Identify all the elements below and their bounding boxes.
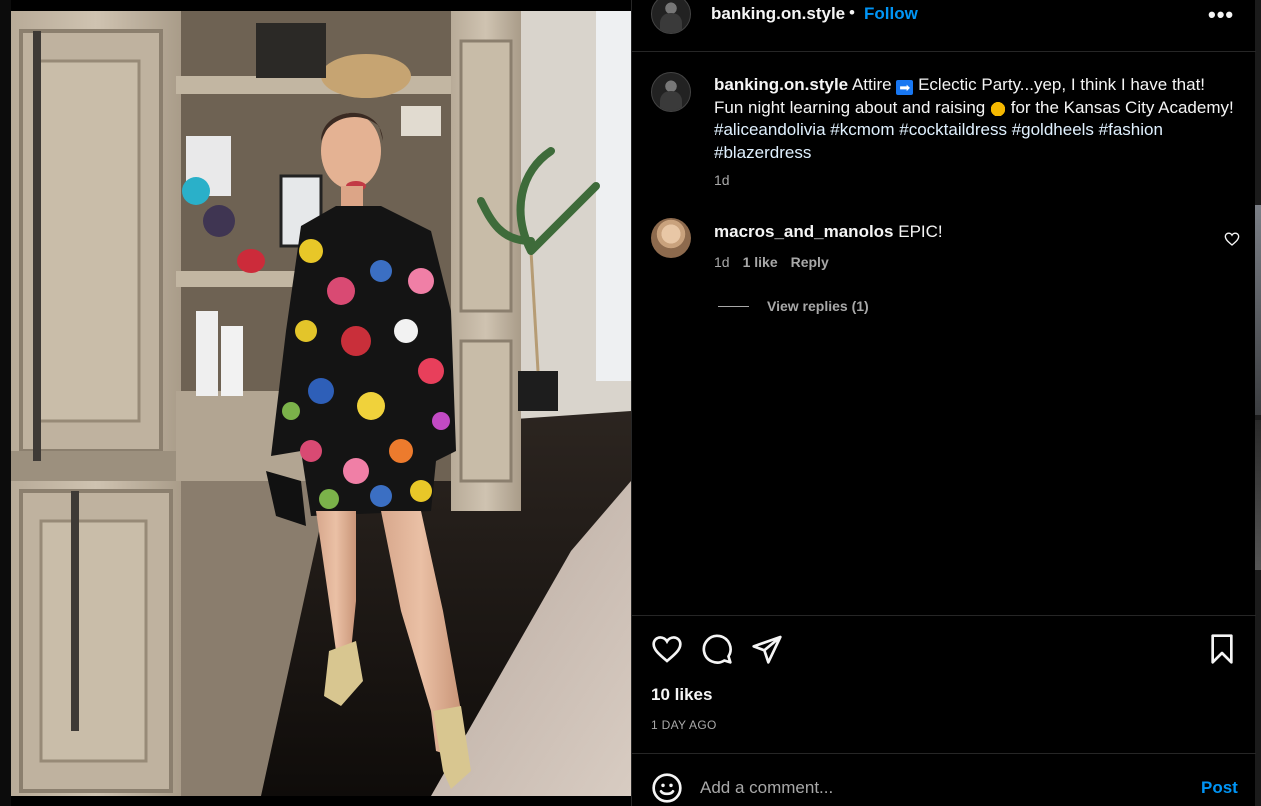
comment-body: EPIC! (898, 222, 943, 241)
post-photo[interactable] (11, 11, 631, 796)
author-avatar[interactable] (651, 0, 691, 34)
view-replies-label: View replies (1) (767, 298, 869, 314)
caption-age[interactable]: 1d (714, 172, 730, 188)
caption-username[interactable]: banking.on.style (714, 75, 848, 94)
comment-heart-icon[interactable] (1224, 231, 1240, 247)
hashtag-link[interactable]: #goldheels (1012, 120, 1094, 139)
smiley-icon[interactable] (651, 772, 683, 804)
background-page-sliver (1255, 420, 1261, 570)
page-backdrop-left (0, 0, 11, 806)
comment-input[interactable] (700, 773, 1180, 803)
header-separator: • (849, 3, 855, 22)
comment-meta: 1d 1 like Reply (714, 254, 842, 270)
comment-item: macros_and_manolos EPIC! 1d 1 like Reply… (651, 218, 1241, 318)
commenter-username[interactable]: macros_and_manolos (714, 222, 894, 241)
post-actions: 10 likes 1 DAY AGO (632, 615, 1256, 753)
commenter-avatar[interactable] (651, 218, 691, 258)
post-side-panel: banking.on.style • Follow ••• banking.on… (631, 0, 1256, 806)
post-comment-button[interactable]: Post (1201, 778, 1238, 798)
comment-icon[interactable] (701, 633, 733, 665)
money-bag-emoji-icon (989, 98, 1006, 116)
caption-text-part: for the Kansas City Academy! (1010, 97, 1234, 117)
hashtag-link[interactable]: #fashion (1099, 120, 1163, 139)
view-replies-button[interactable]: View replies (1) (718, 298, 869, 314)
author-username[interactable]: banking.on.style (711, 4, 845, 24)
add-comment-bar: Post (632, 753, 1256, 806)
comment-likes-link[interactable]: 1 like (743, 254, 778, 270)
heart-icon[interactable] (651, 633, 683, 665)
comment-text: macros_and_manolos EPIC! (714, 222, 943, 242)
follow-button[interactable]: Follow (864, 4, 918, 24)
caption-text: banking.on.style Attire ➡ Eclectic Party… (714, 74, 1234, 164)
post-modal: banking.on.style • Follow ••• banking.on… (11, 0, 1256, 806)
hashtag-link[interactable]: #aliceandolivia (714, 120, 826, 139)
share-icon[interactable] (751, 633, 783, 665)
caption-avatar[interactable] (651, 72, 691, 112)
likes-count[interactable]: 10 likes (651, 685, 712, 705)
comment-age[interactable]: 1d (714, 254, 730, 270)
bookmark-icon[interactable] (1206, 633, 1238, 665)
arrow-emoji-icon: ➡ (896, 80, 914, 95)
background-page-sliver (1255, 205, 1261, 415)
post-date[interactable]: 1 DAY AGO (651, 718, 717, 732)
reply-button[interactable]: Reply (791, 254, 829, 270)
hashtag-link[interactable]: #blazerdress (714, 143, 811, 162)
hashtag-link[interactable]: #kcmom (830, 120, 894, 139)
caption-text-part: Attire (851, 75, 892, 94)
replies-divider-line (718, 305, 749, 307)
hashtag-link[interactable]: #cocktaildress (899, 120, 1007, 139)
post-header: banking.on.style • Follow ••• (632, 0, 1256, 52)
more-horizontal-icon[interactable]: ••• (1208, 2, 1234, 28)
